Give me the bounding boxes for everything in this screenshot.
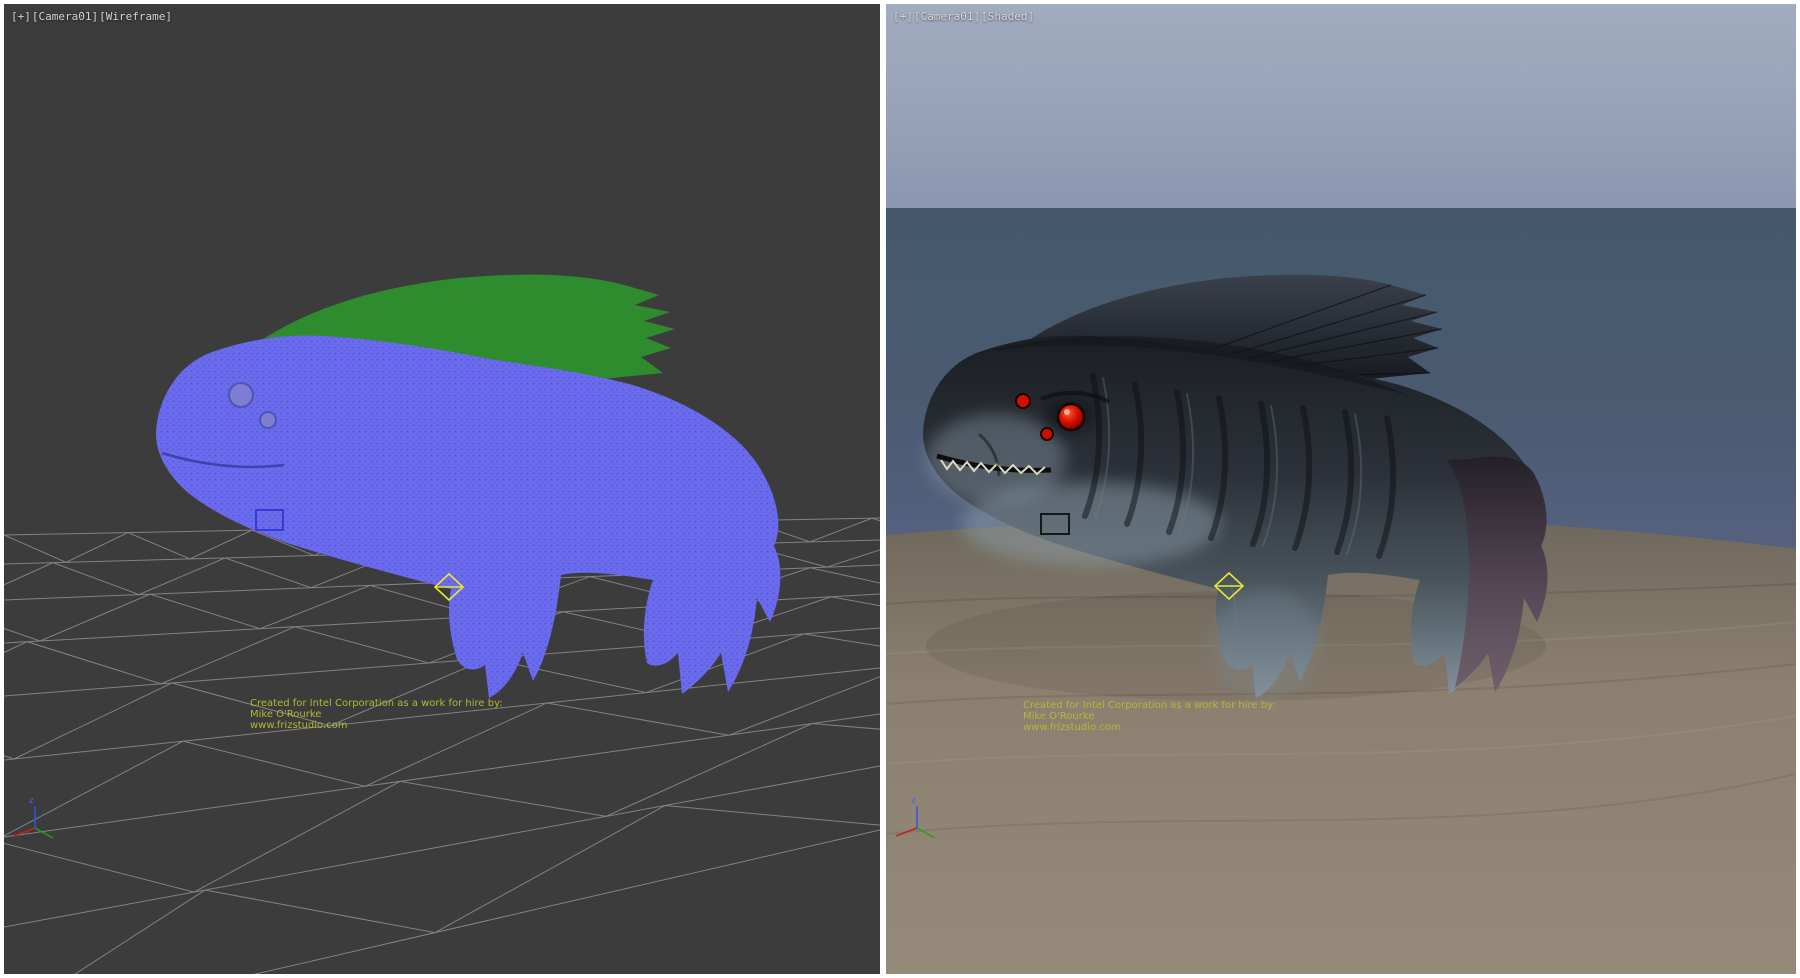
viewport-menu-general[interactable]: [+] [893,10,913,23]
eye-orb-2 [1041,428,1053,440]
eye-small [260,412,276,428]
viewport-shaded[interactable]: [+] [Camera01] [Shaded] Created for Inte… [886,4,1796,974]
viewport-wireframe[interactable]: [+] [Camera01] [Wireframe] Created for I… [4,4,880,974]
eye-large [1058,404,1084,430]
axis-x [896,828,917,836]
credit-line-1: Created for Intel Corporation as a work … [1023,700,1276,711]
credit-line-2: Mike O'Rourke [250,709,503,720]
viewport-menu-shading[interactable]: [Shaded] [981,10,1034,23]
axis-y [917,828,935,838]
axis-y [35,828,53,838]
credit-text: Created for Intel Corporation as a work … [1023,700,1276,733]
viewport-split: [+] [Camera01] [Wireframe] Created for I… [0,0,1800,978]
viewport-menu-general[interactable]: [+] [11,10,31,23]
credit-line-3: www.frizstudio.com [1023,722,1276,733]
world-axis-tripod: z [891,792,947,846]
credit-line-3: www.frizstudio.com [250,720,503,731]
credit-text: Created for Intel Corporation as a work … [250,698,503,731]
viewport-menu-shading[interactable]: [Wireframe] [99,10,172,23]
axis-z-label: z [29,796,34,806]
viewport-menu-pov[interactable]: [Camera01] [32,10,98,23]
eye-large [229,383,253,407]
viewport-label-left: [+] [Camera01] [Wireframe] [11,10,172,23]
sky [886,4,1796,208]
axis-z-label: z [911,796,916,806]
credit-line-2: Mike O'Rourke [1023,711,1276,722]
wireframe-scene[interactable] [4,4,880,974]
shaded-scene[interactable] [886,4,1796,974]
viewport-label-right: [+] [Camera01] [Shaded] [893,10,1034,23]
eye-orb-1 [1016,394,1030,408]
viewport-menu-pov[interactable]: [Camera01] [914,10,980,23]
credit-line-1: Created for Intel Corporation as a work … [250,698,503,709]
axis-x [14,828,35,836]
eye-highlight [1064,409,1070,415]
fish-model-wireframe[interactable] [156,275,780,698]
world-axis-tripod: z [9,792,65,846]
